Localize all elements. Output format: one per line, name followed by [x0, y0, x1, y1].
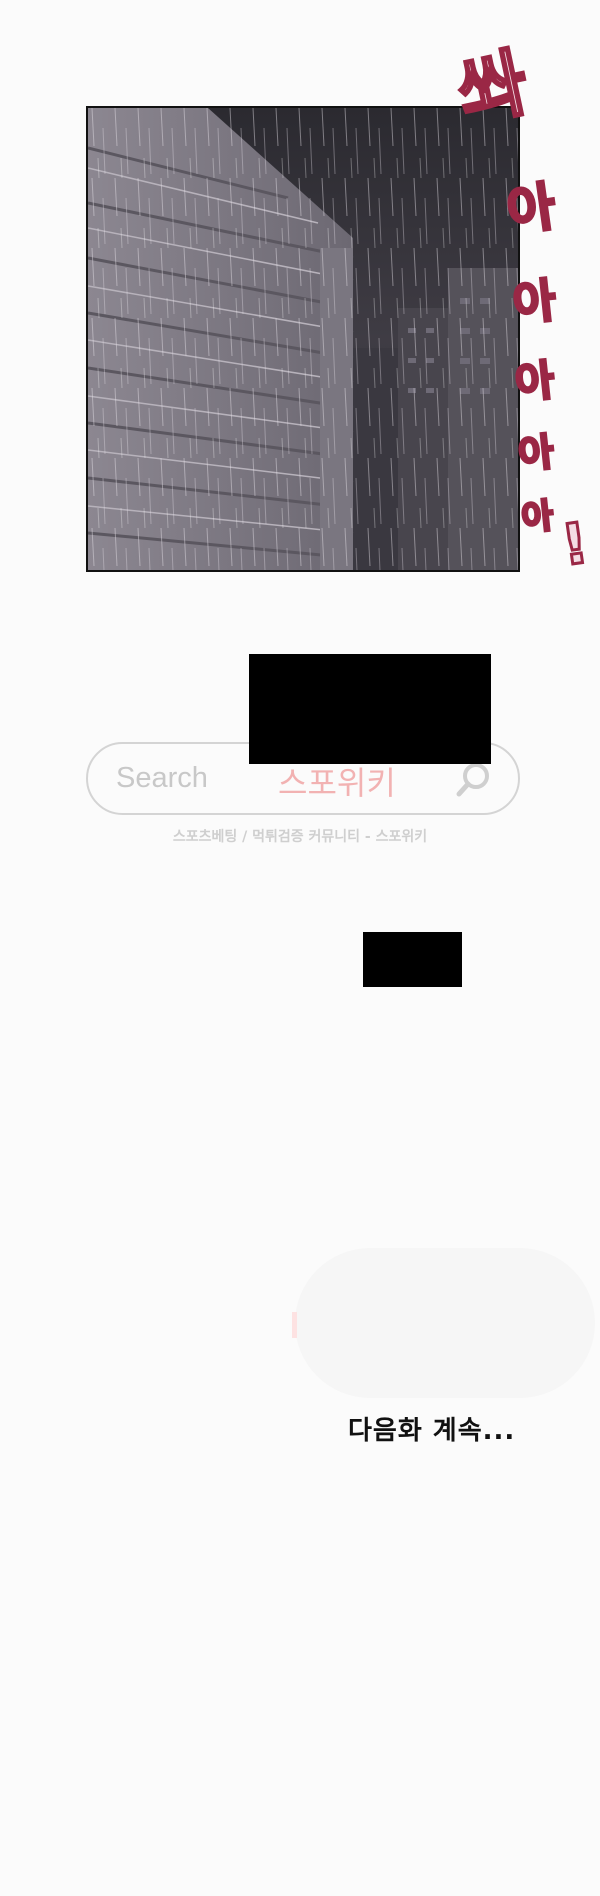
svg-text:아: 아 — [511, 273, 559, 331]
search-icon — [454, 760, 494, 800]
next-episode-caption: 다음화 계속... — [348, 1416, 516, 1446]
watermark-subtitle: 스포츠베팅 / 먹튀검증 커뮤니티 - 스포위키 — [172, 829, 428, 845]
svg-text:아: 아 — [520, 496, 555, 539]
svg-text:아: 아 — [513, 355, 557, 408]
rain-sound-effect: 쏴 아 아 아 아 아 ! — [425, 38, 595, 581]
redaction-block — [249, 654, 491, 764]
svg-text:!: ! — [558, 511, 592, 570]
brand-text: 스포위키 — [278, 764, 396, 802]
svg-text:아: 아 — [516, 430, 555, 477]
svg-text:쏴: 쏴 — [451, 40, 535, 138]
redaction-block — [363, 932, 462, 987]
faint-background-shape — [295, 1248, 595, 1398]
faint-pink-mark — [292, 1312, 297, 1338]
svg-text:아: 아 — [503, 177, 559, 243]
search-placeholder: Search — [116, 762, 208, 794]
